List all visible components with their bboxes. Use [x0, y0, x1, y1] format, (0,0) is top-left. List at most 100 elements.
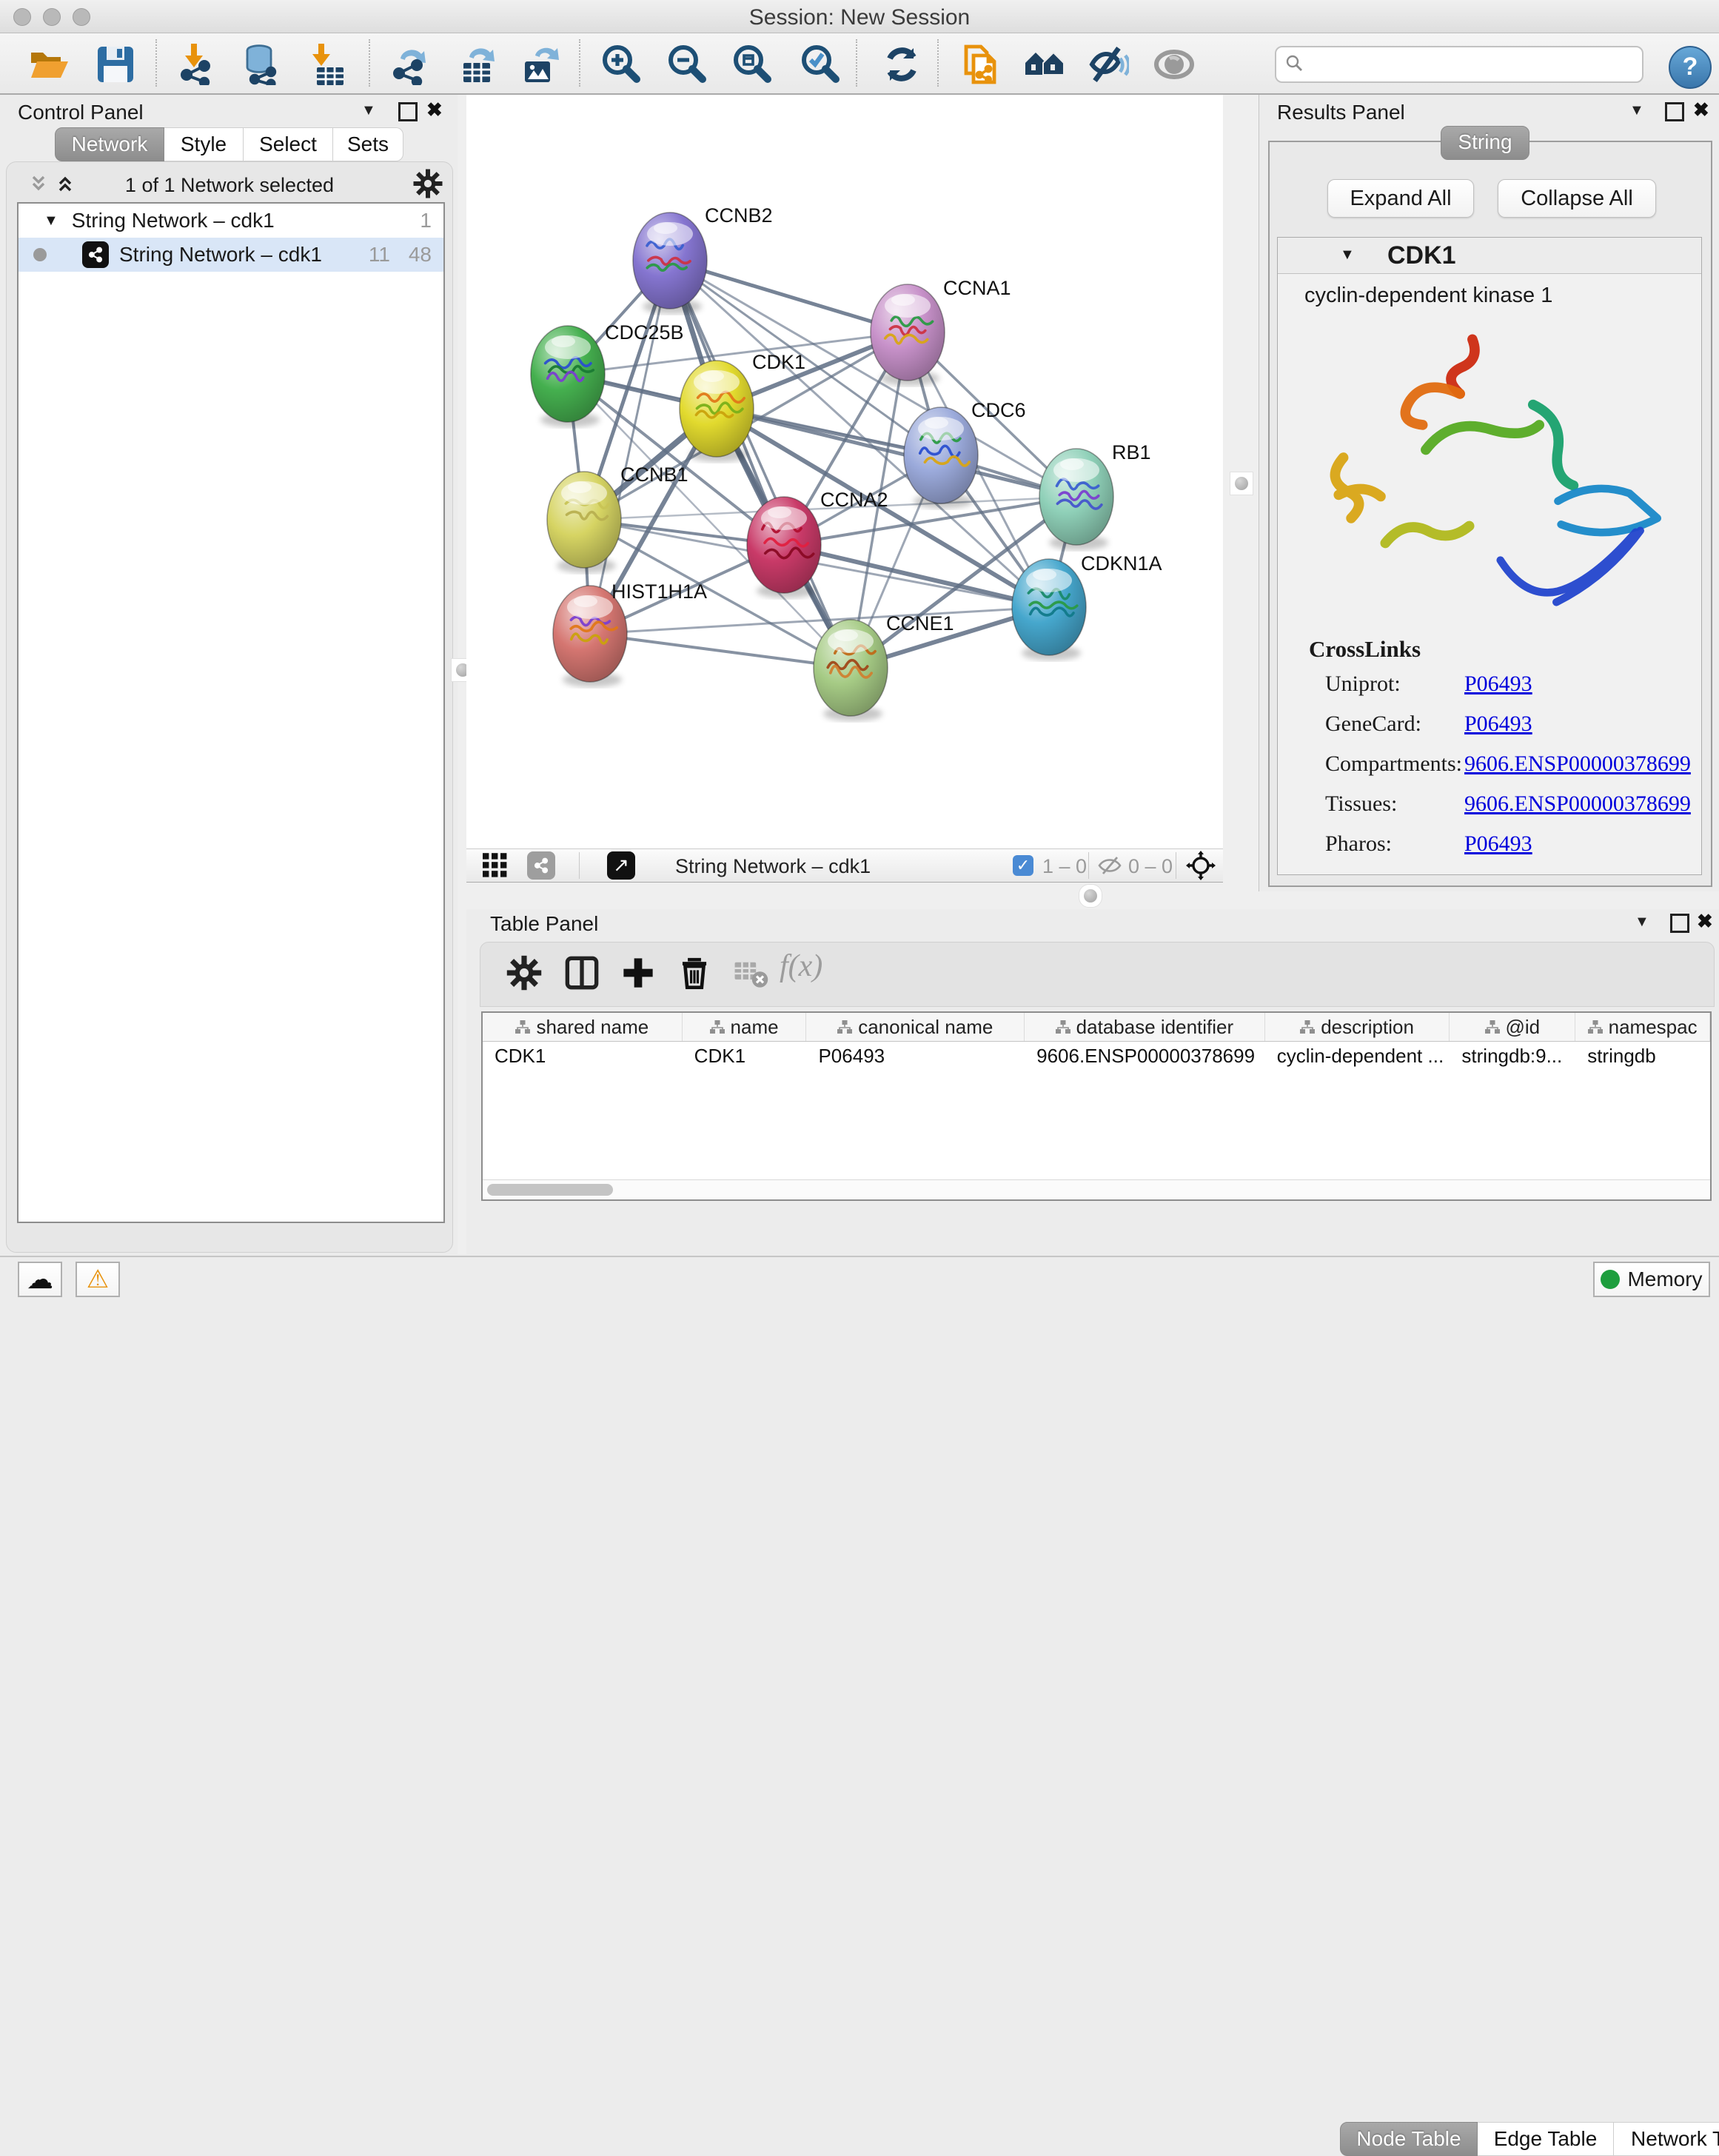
- panel-close-icon[interactable]: ✖: [1697, 910, 1713, 933]
- goto-network-icon[interactable]: ↗: [607, 851, 635, 880]
- table-cell[interactable]: 9606.ENSP00000378699: [1025, 1042, 1265, 1070]
- network-row[interactable]: String Network – cdk1 11 48: [19, 238, 443, 272]
- crosslink-value-link[interactable]: P06493: [1464, 831, 1532, 857]
- panel-float-icon[interactable]: [398, 102, 418, 121]
- table-cell[interactable]: P06493: [806, 1042, 1025, 1070]
- collapse-triangle-icon[interactable]: ▼: [1340, 247, 1355, 264]
- table-cell[interactable]: CDK1: [483, 1042, 683, 1070]
- tab-edge-table[interactable]: Edge Table: [1478, 2122, 1614, 2156]
- zoom-out-icon[interactable]: [666, 44, 707, 85]
- crosslink-value-link[interactable]: 9606.ENSP00000378699: [1464, 791, 1691, 817]
- table-cell[interactable]: cyclin-dependent ...: [1265, 1042, 1450, 1070]
- table-row[interactable]: CDK1CDK1P064939606.ENSP00000378699cyclin…: [483, 1042, 1710, 1070]
- show-columns-icon[interactable]: [563, 954, 603, 994]
- save-session-icon[interactable]: [95, 44, 136, 85]
- column-header-shared-name[interactable]: shared name: [483, 1013, 683, 1041]
- protein-card-header[interactable]: ▼ CDK1: [1278, 238, 1701, 274]
- create-column-plus-icon[interactable]: [620, 954, 660, 994]
- column-header-description[interactable]: description: [1265, 1013, 1450, 1041]
- network-node-ccna1[interactable]: CCNA1: [871, 277, 1011, 386]
- tab-style[interactable]: Style: [164, 127, 244, 161]
- show-networks-overview-icon[interactable]: [1024, 44, 1065, 85]
- crosslink-value-link[interactable]: P06493: [1464, 712, 1532, 737]
- network-node-ccne1[interactable]: CCNE1: [814, 612, 954, 721]
- import-network-from-database-icon[interactable]: [240, 44, 281, 85]
- horizontal-scrollbar[interactable]: [483, 1179, 1710, 1199]
- export-network-icon[interactable]: [389, 44, 430, 85]
- tab-node-table[interactable]: Node Table: [1340, 2122, 1478, 2156]
- collapse-all-button[interactable]: Collapse All: [1498, 179, 1656, 218]
- tab-string[interactable]: String: [1441, 126, 1529, 160]
- network-canvas[interactable]: CCNB2CCNA1CDC25BCDK1CDC6RB1CCNB1CCNA2CDK…: [466, 95, 1223, 848]
- memory-button[interactable]: Memory: [1593, 1262, 1710, 1297]
- table-cell[interactable]: stringdb: [1575, 1042, 1710, 1070]
- node-table[interactable]: shared namenamecanonical namedatabase id…: [481, 1011, 1712, 1201]
- scrollbar-thumb[interactable]: [487, 1184, 613, 1196]
- import-table-from-file-icon[interactable]: [304, 44, 345, 85]
- string-network-graph[interactable]: CCNB2CCNA1CDC25BCDK1CDC6RB1CCNB1CCNA2CDK…: [466, 95, 1223, 848]
- refresh-view-icon[interactable]: [881, 44, 922, 85]
- network-node-cdkn1a[interactable]: CDKN1A: [1012, 552, 1162, 660]
- status-bar: ☁ ⚠ Memory: [0, 1256, 1719, 1300]
- crosslink-value-link[interactable]: P06493: [1464, 672, 1532, 697]
- tab-sets[interactable]: Sets: [333, 127, 403, 161]
- search-input[interactable]: [1312, 49, 1633, 78]
- panel-menu-icon[interactable]: ▼: [361, 102, 376, 119]
- network-node-ccnb1[interactable]: CCNB1: [547, 463, 688, 573]
- cloud-services-icon[interactable]: ☁: [18, 1262, 62, 1297]
- column-header-name[interactable]: name: [683, 1013, 807, 1041]
- network-edge[interactable]: [670, 261, 851, 668]
- panel-float-icon[interactable]: [1665, 102, 1684, 121]
- table-cell[interactable]: CDK1: [683, 1042, 807, 1070]
- table-cell[interactable]: stringdb:9...: [1450, 1042, 1575, 1070]
- column-header-namespac[interactable]: namespac: [1575, 1013, 1710, 1041]
- show-graphics-details-icon[interactable]: [1153, 44, 1195, 85]
- string-style-icon[interactable]: [527, 851, 555, 880]
- clone-network-icon[interactable]: [960, 44, 1002, 85]
- crosslink-value-link[interactable]: 9606.ENSP00000378699: [1464, 751, 1691, 777]
- network-collection-row[interactable]: ▼ String Network – cdk1 1: [19, 204, 443, 238]
- column-header--id[interactable]: @id: [1450, 1013, 1575, 1041]
- network-node-rb1[interactable]: RB1: [1039, 441, 1151, 550]
- network-edge[interactable]: [590, 261, 670, 634]
- import-network-from-file-icon[interactable]: [176, 44, 218, 85]
- network-edge[interactable]: [717, 409, 1076, 497]
- panel-close-icon[interactable]: ✖: [1693, 98, 1709, 121]
- selected-checkbox-icon[interactable]: ✓: [1013, 855, 1033, 876]
- network-edge[interactable]: [784, 545, 1049, 607]
- network-node-cdc25b[interactable]: CDC25B: [531, 321, 684, 427]
- column-header-database-identifier[interactable]: database identifier: [1025, 1013, 1265, 1041]
- birds-eye-view-icon[interactable]: [483, 853, 509, 882]
- collapse-triangle-icon[interactable]: ▼: [44, 212, 58, 230]
- tab-network-table[interactable]: Network Table: [1614, 2122, 1719, 2156]
- network-node-cdc6[interactable]: CDC6: [904, 399, 1026, 509]
- network-node-hist1h1a[interactable]: HIST1H1A: [553, 580, 707, 687]
- network-node-ccnb2[interactable]: CCNB2: [633, 204, 773, 314]
- open-session-icon[interactable]: [28, 44, 70, 85]
- warnings-icon[interactable]: ⚠: [76, 1262, 120, 1297]
- zoom-fit-content-icon[interactable]: [731, 44, 772, 85]
- table-options-gear-icon[interactable]: [506, 954, 546, 994]
- panel-float-icon[interactable]: [1670, 914, 1689, 933]
- panel-menu-icon[interactable]: ▼: [1635, 914, 1649, 931]
- network-options-gear-icon[interactable]: [412, 168, 443, 203]
- zoom-selected-icon[interactable]: [799, 44, 840, 85]
- panel-menu-icon[interactable]: ▼: [1629, 102, 1644, 119]
- export-image-icon[interactable]: [520, 44, 562, 85]
- zoom-in-icon[interactable]: [600, 44, 641, 85]
- delete-column-trash-icon[interactable]: [676, 954, 716, 994]
- tab-select[interactable]: Select: [244, 127, 333, 161]
- network-edge[interactable]: [590, 634, 851, 668]
- expand-all-button[interactable]: Expand All: [1327, 179, 1474, 218]
- right-splitter-handle[interactable]: [1230, 472, 1253, 495]
- bottom-splitter-handle[interactable]: [1079, 884, 1102, 908]
- hide-selected-icon[interactable]: [1088, 44, 1129, 85]
- help-icon[interactable]: ?: [1669, 46, 1712, 89]
- column-header-canonical-name[interactable]: canonical name: [806, 1013, 1025, 1041]
- tab-network[interactable]: Network: [55, 127, 164, 161]
- fit-selected-crosshair-icon[interactable]: [1186, 851, 1216, 884]
- network-node-ccna2[interactable]: CCNA2: [747, 489, 888, 598]
- panel-close-icon[interactable]: ✖: [426, 98, 443, 121]
- toolbar-separator: [369, 39, 370, 87]
- export-table-icon[interactable]: [458, 44, 499, 85]
